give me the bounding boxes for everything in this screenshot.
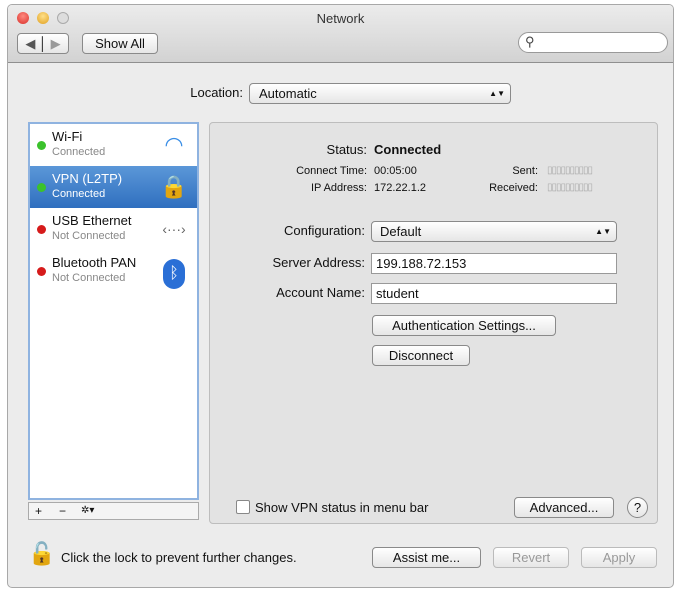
back-forward-buttons[interactable]: ◀ │ ▶ (17, 33, 69, 54)
back-icon[interactable]: ◀ (25, 36, 35, 51)
received-label: Received: (489, 182, 538, 194)
service-name: Bluetooth PAN (52, 255, 137, 270)
apply-button[interactable]: Apply (581, 547, 657, 568)
forward-icon[interactable]: ▶ (51, 36, 61, 51)
authentication-settings-button[interactable]: Authentication Settings... (372, 315, 556, 336)
status-label: Status: (326, 142, 367, 157)
detail-panel: Status: Connected Connect Time: 00:05:00… (209, 122, 658, 524)
service-item-bluetooth-pan[interactable]: Bluetooth PAN Not Connected ᛒ (30, 250, 197, 292)
sent-label: Sent: (512, 165, 538, 177)
updown-icon: ▲▼ (595, 227, 611, 236)
server-address-label: Server Address: (272, 255, 366, 270)
help-button[interactable]: ? (627, 497, 648, 518)
status-dot (37, 141, 46, 150)
status-value: Connected (374, 142, 442, 157)
configuration-label: Configuration: (284, 223, 365, 238)
lock-icon[interactable]: 🔓 (28, 541, 55, 567)
service-list: Wi-Fi Connected ◠ VPN (L2TP) Connected 🔒 USB… (28, 122, 199, 500)
connect-time-value: 00:05:00 (374, 165, 417, 177)
network-window: Network ◀ │ ▶ Show All ⚲ Location: Autom… (7, 4, 674, 588)
window-title: Network (316, 11, 365, 26)
wifi-icon: ◠ (164, 132, 184, 157)
show-all-button[interactable]: Show All (82, 33, 158, 54)
lock-icon: 🔒 (160, 174, 188, 199)
account-name-label: Account Name: (276, 285, 365, 300)
list-toolbar: + − ✲▾ (28, 502, 199, 520)
assist-me-button[interactable]: Assist me... (372, 547, 481, 568)
advanced-button[interactable]: Advanced... (514, 497, 614, 518)
configuration-select[interactable]: Default ▲▼ (371, 221, 617, 242)
revert-button[interactable]: Revert (493, 547, 569, 568)
bluetooth-icon: ᛒ (159, 256, 189, 289)
configuration-value: Default (380, 224, 422, 239)
show-vpn-status-checkbox[interactable] (236, 500, 250, 514)
service-name: VPN (L2TP) (52, 171, 123, 186)
sent-meter: ▯▯▯▯▯▯▯▯▯▯ (547, 165, 593, 176)
search-icon: ⚲ (525, 34, 535, 49)
remove-service-button[interactable]: − (59, 503, 66, 519)
ip-address-label: IP Address: (310, 182, 367, 194)
show-vpn-status-label[interactable]: Show VPN status in menu bar (255, 500, 428, 515)
service-status: Not Connected (52, 230, 126, 242)
service-status: Connected (52, 188, 106, 200)
status-dot (37, 183, 46, 192)
lock-text: Click the lock to prevent further change… (61, 550, 297, 565)
location-label: Location: (190, 85, 243, 100)
account-name-input[interactable]: student (371, 283, 617, 304)
service-status: Connected (52, 146, 106, 158)
server-address-input[interactable]: 199.188.72.153 (371, 253, 617, 274)
search-input[interactable]: ⚲ (518, 32, 668, 53)
received-meter: ▯▯▯▯▯▯▯▯▯▯ (547, 182, 593, 193)
disconnect-button[interactable]: Disconnect (372, 345, 470, 366)
service-name: Wi-Fi (52, 129, 83, 144)
location-value: Automatic (259, 86, 317, 101)
service-item-wifi[interactable]: Wi-Fi Connected ◠ (30, 124, 197, 166)
ethernet-icon: ‹···› (162, 221, 186, 237)
updown-icon: ▲▼ (489, 89, 505, 98)
location-select[interactable]: Automatic ▲▼ (249, 83, 511, 104)
service-item-usb-ethernet[interactable]: USB Ethernet Not Connected ‹···› (30, 208, 197, 250)
titlebar: Network ◀ │ ▶ Show All ⚲ (8, 5, 673, 63)
service-item-vpn[interactable]: VPN (L2TP) Connected 🔒 (30, 166, 197, 208)
service-name: USB Ethernet (52, 213, 132, 228)
add-service-button[interactable]: + (35, 503, 42, 519)
connect-time-label: Connect Time: (296, 165, 367, 177)
service-status: Not Connected (52, 272, 126, 284)
ip-address-value: 172.22.1.2 (374, 182, 426, 194)
status-dot (37, 267, 46, 276)
status-dot (37, 225, 46, 234)
gear-icon[interactable]: ✲▾ (81, 503, 94, 519)
